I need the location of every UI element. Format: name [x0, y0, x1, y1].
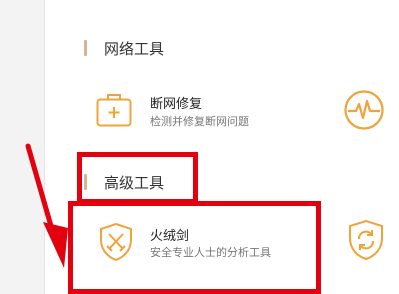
tool-name: 断网修复	[150, 97, 203, 112]
tool-description: 检测并修复断网问题	[150, 115, 249, 128]
section-title-network-tools: 网络工具	[104, 39, 165, 58]
refresh-shield-icon[interactable]	[347, 219, 385, 261]
tool-network-repair[interactable]: 断网修复 检测并修复断网问题	[96, 92, 336, 132]
section-marker	[84, 40, 87, 56]
section-network-tools: 网络工具	[84, 38, 164, 58]
heartbeat-icon[interactable]	[343, 89, 385, 131]
annotation-highlight-section	[77, 152, 198, 204]
medical-kit-icon	[96, 94, 132, 127]
left-sidebar	[0, 0, 45, 294]
annotation-highlight-tool	[68, 201, 321, 294]
